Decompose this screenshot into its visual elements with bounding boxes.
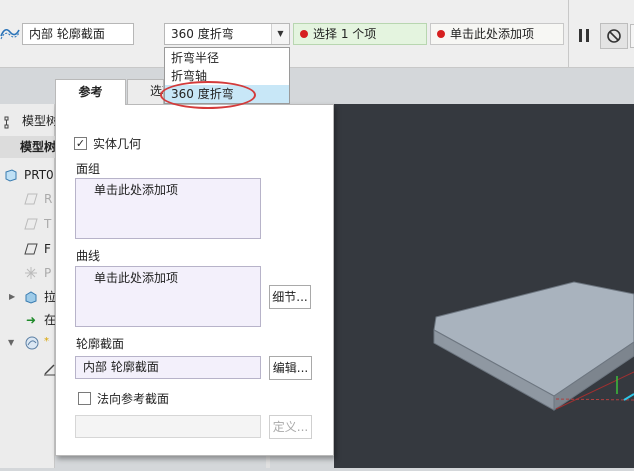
tab-references[interactable]: 参考 [55, 79, 126, 105]
details-button[interactable]: 细节... [269, 285, 311, 309]
bend-feature-tree-icon [24, 335, 40, 351]
solid-geometry-label: 实体几何 [93, 137, 142, 151]
datum-plane-icon [24, 242, 38, 256]
extrude-icon [24, 290, 38, 304]
tree-item-csys[interactable]: P [44, 264, 55, 282]
curves-label: 曲线 [76, 249, 101, 263]
bend-angle-combobox[interactable]: 360 度折弯 ▼ [164, 23, 290, 45]
profile-section-field[interactable]: 内部 轮廓截面 [22, 23, 134, 45]
coordinate-system-icon [24, 266, 38, 280]
quilts-collector[interactable]: 单击此处添加项 [75, 178, 261, 239]
define-button: 定义... [269, 415, 312, 439]
sketch-icon [44, 362, 55, 376]
add-item-collector[interactable]: 单击此处添加项 [430, 23, 564, 45]
model-tree-title: 模型树 [22, 114, 56, 128]
pause-icon [579, 29, 582, 42]
tree-item-front-plane[interactable]: F [44, 240, 55, 258]
tree-item-right-plane[interactable]: R [44, 190, 55, 208]
references-panel: ✓ 实体几何 面组 单击此处添加项 曲线 单击此处添加项 细节... 轮廓截面 … [55, 104, 334, 456]
part-icon [4, 168, 18, 182]
pause-icon [586, 29, 589, 42]
tree-item-part[interactable]: PRT0 [24, 166, 55, 184]
highlight-annotation-ellipse [160, 81, 256, 109]
status-dot-icon [300, 30, 308, 38]
tree-item-insert-here[interactable]: 在 [44, 311, 55, 329]
solid-geometry-checkbox[interactable]: ✓ [74, 137, 87, 150]
profile-section-label: 轮廓截面 [76, 337, 125, 351]
ribbon-divider [568, 0, 569, 68]
normal-reference-label: 法向参考截面 [97, 392, 170, 406]
profile-section-field[interactable]: 内部 轮廓截面 [75, 356, 261, 379]
normal-reference-field [75, 415, 261, 438]
expand-arrow-icon[interactable]: ▶ [9, 292, 15, 301]
ok-button[interactable] [630, 24, 634, 48]
model-tree-header: 模型树 [20, 140, 55, 154]
option-bend-radius[interactable]: 折弯半径 [165, 49, 289, 67]
sheet-part-model [433, 281, 634, 411]
tree-settings-icon[interactable] [4, 116, 18, 133]
bend-feature-icon [0, 22, 20, 44]
datum-plane-icon [24, 192, 38, 206]
tree-item-extrude[interactable]: 拉 [44, 288, 55, 306]
insert-here-arrow-icon: ➜ [26, 313, 37, 327]
chevron-down-icon[interactable]: ▼ [271, 24, 289, 44]
quilts-label: 面组 [76, 162, 101, 176]
tree-item-bend-new[interactable]: * [44, 333, 55, 351]
tab-options[interactable]: 选项 [127, 79, 164, 104]
curves-placeholder: 单击此处添加项 [94, 271, 179, 285]
cancel-button[interactable] [600, 23, 628, 49]
edit-button[interactable]: 编辑... [269, 356, 312, 380]
normal-reference-checkbox[interactable] [78, 392, 91, 405]
bend-angle-value: 360 度折弯 [171, 27, 234, 41]
collapse-arrow-icon[interactable]: ▼ [8, 338, 14, 347]
pause-button[interactable] [574, 25, 596, 47]
curves-collector[interactable]: 单击此处添加项 [75, 266, 261, 327]
add-item-collector-label: 单击此处添加项 [450, 27, 535, 41]
bend-reference-collector[interactable]: 选择 1 个项 [293, 23, 427, 45]
bend-reference-collector-label: 选择 1 个项 [313, 27, 377, 41]
cancel-icon [607, 29, 621, 43]
graphics-viewport[interactable] [334, 104, 634, 468]
model-tree-panel: 模型树 模型树 PRT0 R T F P ▶ 拉 ➜ 在 ▼ * [0, 104, 56, 468]
status-dot-icon [437, 30, 445, 38]
tree-item-top-plane[interactable]: T [44, 215, 55, 233]
datum-plane-icon [24, 217, 38, 231]
quilts-placeholder: 单击此处添加项 [94, 183, 179, 197]
